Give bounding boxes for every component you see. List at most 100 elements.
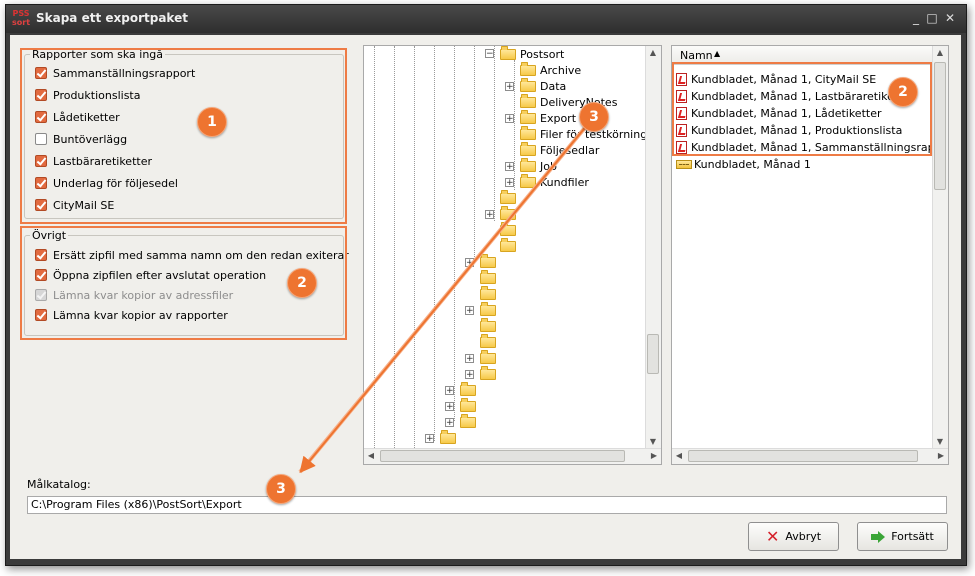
cancel-button-label: Avbryt [785, 530, 822, 543]
tree-item-folder[interactable] [480, 253, 500, 270]
tree-item-label: Följesedlar [540, 143, 600, 157]
cancel-x-icon: ✕ [765, 526, 780, 546]
tree-item-folder[interactable] [440, 429, 460, 446]
tree-item-folder[interactable] [480, 349, 500, 366]
tree-guide-line [474, 46, 475, 261]
file-row[interactable]: Kundbladet, Månad 1 [676, 156, 811, 172]
title-bar[interactable]: PSS sort Skapa ett exportpaket _ □ ✕ [6, 5, 966, 33]
tree-item-archive[interactable]: Archive [520, 61, 581, 78]
expand-icon[interactable]: + [445, 386, 454, 396]
target-folder-input[interactable]: C:\Program Files (x86)\PostSort\Export [27, 496, 947, 514]
tree-item-job[interactable]: Job [520, 157, 557, 174]
scrollbar-thumb[interactable] [380, 450, 625, 462]
folder-icon [520, 173, 536, 188]
export-dialog-window: PSS sort Skapa ett exportpaket _ □ ✕ Rapp… [5, 4, 967, 566]
tree-vertical-scrollbar[interactable]: ▲ ▼ [645, 46, 661, 449]
annotation-badge-3-top: 3 [579, 102, 609, 132]
tree-item-folder[interactable] [480, 269, 500, 286]
folder-icon [500, 237, 516, 252]
expand-icon[interactable]: + [425, 434, 434, 444]
folder-icon [480, 269, 496, 284]
annotation-badge-2: 2 [287, 268, 317, 298]
tree-item-folder[interactable] [480, 301, 500, 318]
tree-horizontal-scrollbar[interactable]: ◀ ▶ [364, 448, 661, 464]
expand-icon[interactable]: + [445, 418, 454, 428]
collapse-icon[interactable]: − [485, 49, 494, 59]
scroll-down-icon[interactable]: ▼ [933, 435, 947, 449]
folder-icon [480, 285, 496, 300]
expand-icon[interactable]: + [465, 370, 474, 380]
continue-button[interactable]: Fortsätt [857, 522, 948, 551]
expand-icon[interactable]: + [445, 402, 454, 412]
scrollbar-thumb[interactable] [934, 62, 946, 190]
folder-icon [460, 413, 476, 428]
folder-icon [440, 429, 456, 444]
expand-icon[interactable]: + [505, 114, 514, 124]
tree-item-postsort[interactable]: Postsort [500, 46, 564, 62]
column-name-header[interactable]: Namn [680, 49, 713, 62]
scroll-up-icon[interactable]: ▲ [646, 46, 660, 60]
list-vertical-scrollbar[interactable]: ▲ ▼ [932, 46, 948, 449]
tree-item-folder[interactable] [500, 205, 520, 222]
minimize-icon[interactable]: _ [909, 11, 923, 25]
tree-guide-line [374, 46, 375, 448]
app-logo-icon: PSS sort [12, 9, 31, 27]
expand-icon[interactable]: + [465, 354, 474, 364]
scroll-left-icon[interactable]: ◀ [672, 449, 686, 463]
expand-icon[interactable]: + [505, 82, 514, 92]
scrollbar-thumb[interactable] [688, 450, 918, 462]
tree-item-folder[interactable] [500, 221, 520, 238]
folder-icon [520, 141, 536, 156]
folder-icon [520, 93, 536, 108]
folder-icon [500, 221, 516, 236]
cancel-button[interactable]: ✕ Avbryt [748, 522, 839, 551]
tree-item-label: Export [540, 111, 577, 125]
folder-icon [520, 157, 536, 172]
continue-arrow-icon [871, 530, 886, 543]
scroll-left-icon[interactable]: ◀ [364, 449, 378, 463]
tree-item-folder[interactable] [460, 413, 480, 430]
expand-icon[interactable]: + [505, 178, 514, 188]
scroll-right-icon[interactable]: ▶ [647, 449, 661, 463]
scroll-right-icon[interactable]: ▶ [934, 449, 948, 463]
close-icon[interactable]: ✕ [943, 11, 957, 25]
tree-item-foljesedlar[interactable]: Följesedlar [520, 141, 600, 158]
expand-icon[interactable]: + [505, 162, 514, 172]
tree-item-folder[interactable] [480, 333, 500, 350]
tree-item-folder[interactable] [480, 317, 500, 334]
maximize-icon[interactable]: □ [925, 11, 939, 25]
highlight-frame-1 [20, 48, 347, 224]
expand-icon[interactable]: + [465, 306, 474, 316]
tree-guide-line [394, 46, 395, 448]
folder-icon [480, 333, 496, 348]
tree-item-label: Data [540, 79, 567, 93]
folder-tree-panel[interactable]: − Postsort Archive + Data DeliveryNotes … [363, 45, 662, 465]
list-horizontal-scrollbar[interactable]: ◀ ▶ [672, 448, 948, 464]
expand-icon[interactable]: + [465, 258, 474, 268]
tree-item-export[interactable]: Export [520, 109, 577, 126]
tree-item-folder[interactable] [480, 285, 500, 302]
tree-guide-line [454, 46, 455, 421]
scrollbar-thumb[interactable] [647, 334, 659, 374]
folder-icon [500, 189, 516, 204]
scroll-up-icon[interactable]: ▲ [933, 46, 947, 60]
continue-button-label: Fortsätt [891, 530, 934, 543]
sort-ascending-icon: ▲ [714, 49, 721, 58]
tree-guide-line [494, 46, 495, 221]
tree-item-folder[interactable] [500, 189, 520, 206]
folder-icon [520, 61, 536, 76]
tree-item-folder[interactable] [480, 365, 500, 382]
tree-item-data[interactable]: Data [520, 77, 567, 94]
tree-item-folder[interactable] [460, 381, 480, 398]
tree-item-folder[interactable] [460, 397, 480, 414]
tree-item-label: Kundfiler [540, 175, 589, 189]
folder-icon [520, 109, 536, 124]
annotation-badge-1: 1 [197, 107, 227, 137]
file-name: Kundbladet, Månad 1 [694, 157, 811, 171]
tree-item-kundfiler[interactable]: Kundfiler [520, 173, 589, 190]
folder-icon [520, 125, 536, 140]
expand-icon[interactable]: + [485, 210, 494, 220]
tree-item-folder[interactable] [500, 237, 520, 254]
highlight-frame-3 [672, 62, 932, 156]
scroll-down-icon[interactable]: ▼ [646, 435, 660, 449]
